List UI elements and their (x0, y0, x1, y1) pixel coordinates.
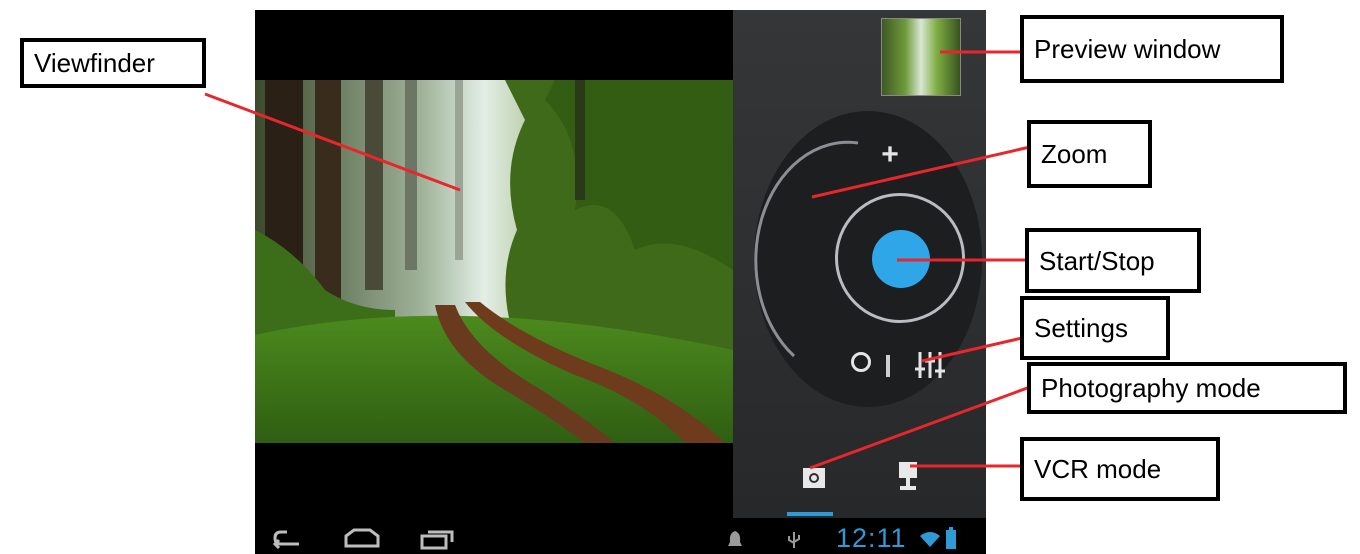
notification-icon (728, 531, 742, 546)
back-arrow-icon[interactable] (273, 528, 303, 550)
status-time: 12:11 (836, 523, 907, 553)
wifi-icon (920, 532, 940, 547)
callout-start-stop: Start/Stop (1025, 228, 1201, 293)
camera-icon[interactable] (802, 466, 826, 490)
battery-icon (946, 527, 956, 549)
callout-preview-window: Preview window (1020, 15, 1284, 83)
forest-scene-image (255, 80, 733, 443)
separator-bar (886, 355, 890, 377)
home-icon[interactable] (344, 528, 380, 548)
recent-apps-icon[interactable] (420, 528, 456, 550)
callout-zoom: Zoom (1027, 120, 1152, 188)
start-stop-button[interactable] (872, 230, 930, 288)
sliders-icon[interactable] (914, 350, 946, 380)
callout-viewfinder: Viewfinder (20, 38, 206, 88)
usb-icon (788, 532, 800, 548)
preview-window-thumbnail[interactable] (881, 18, 961, 96)
zoom-in-icon[interactable]: + (876, 139, 904, 171)
camera-switch-icon[interactable] (851, 352, 871, 372)
callout-photography-mode: Photography mode (1027, 362, 1347, 414)
callout-settings: Settings (1020, 296, 1170, 360)
viewfinder[interactable] (255, 80, 733, 443)
video-camera-icon[interactable] (895, 460, 921, 492)
active-tab-indicator (787, 512, 833, 516)
callout-vcr-mode: VCR mode (1020, 437, 1220, 501)
